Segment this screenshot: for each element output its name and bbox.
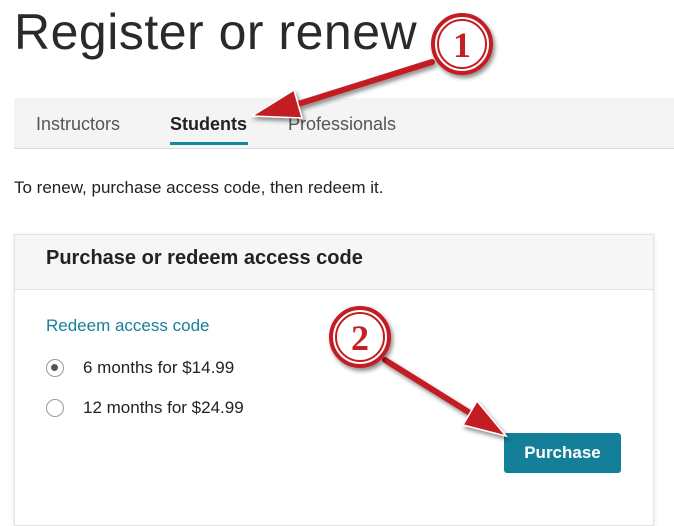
card-header: Purchase or redeem access code <box>15 235 653 290</box>
option-label: 6 months for $14.99 <box>83 358 235 377</box>
tab-students[interactable]: Students <box>170 98 247 148</box>
intro-text: To renew, purchase access code, then red… <box>14 178 384 197</box>
step-1-badge-icon <box>431 13 493 75</box>
purchase-button[interactable]: Purchase <box>504 433 621 473</box>
radio-selected-dot <box>51 364 58 371</box>
redeem-access-code-link[interactable]: Redeem access code <box>46 316 209 336</box>
radio-6-months[interactable] <box>46 359 64 377</box>
tab-bar: Instructors Students Professionals <box>14 98 674 149</box>
tab-instructors[interactable]: Instructors <box>36 98 120 148</box>
active-tab-indicator <box>170 142 248 145</box>
radio-12-months[interactable] <box>46 399 64 417</box>
option-label: 12 months for $24.99 <box>83 398 244 417</box>
tab-professionals[interactable]: Professionals <box>288 98 396 148</box>
purchase-card: Purchase or redeem access code Redeem ac… <box>14 234 654 526</box>
step-1-label: 1 <box>453 25 471 65</box>
card-title: Purchase or redeem access code <box>46 247 363 269</box>
page-title: Register or renew <box>14 4 418 60</box>
